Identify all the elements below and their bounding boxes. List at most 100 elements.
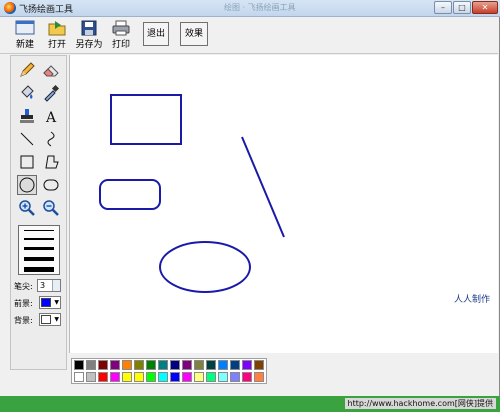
- palette-color-swatch[interactable]: [170, 360, 180, 370]
- save-as-button-label: 另存为: [75, 40, 103, 50]
- fill-bucket-tool[interactable]: [17, 83, 37, 103]
- foreground-color-picker[interactable]: ▼: [39, 296, 61, 309]
- line-weight-2[interactable]: [24, 238, 54, 240]
- new-button-label: 新建: [15, 40, 34, 50]
- palette-color-swatch[interactable]: [182, 360, 192, 370]
- window-title: 飞扬绘画工具: [19, 5, 74, 15]
- text-tool-glyph: A: [45, 110, 57, 125]
- palette-color-swatch[interactable]: [98, 372, 108, 382]
- palette-color-swatch[interactable]: [158, 360, 168, 370]
- palette-color-swatch[interactable]: [110, 360, 120, 370]
- palette-color-swatch[interactable]: [122, 360, 132, 370]
- pencil-icon: [20, 62, 35, 77]
- palette-color-swatch[interactable]: [230, 360, 240, 370]
- open-folder-icon: [48, 21, 66, 36]
- line-weight-4[interactable]: [24, 257, 54, 261]
- new-button[interactable]: 新建: [12, 20, 38, 52]
- palette-color-swatch[interactable]: [158, 372, 168, 382]
- line-weight-selector[interactable]: [18, 225, 60, 275]
- drawn-rounded-rectangle[interactable]: [99, 179, 161, 210]
- palette-color-swatch[interactable]: [74, 372, 84, 382]
- eraser-icon: [43, 65, 59, 77]
- palette-color-swatch[interactable]: [86, 372, 96, 382]
- palette-color-swatch[interactable]: [98, 360, 108, 370]
- pen-size-label: 笔尖:: [14, 282, 33, 291]
- fill-bucket-icon: [21, 85, 34, 99]
- rounded-rect-tool[interactable]: [41, 175, 61, 195]
- minimize-button[interactable]: –: [434, 1, 452, 14]
- effect-button[interactable]: 效果: [180, 22, 208, 46]
- dropdown-arrow-icon: ▼: [54, 299, 59, 306]
- palette-color-swatch[interactable]: [122, 372, 132, 382]
- exit-button[interactable]: 退出: [143, 22, 169, 46]
- drawn-ellipse[interactable]: [159, 241, 251, 293]
- app-logo-icon: [4, 2, 16, 14]
- window-ghost-title: 绘图 · 飞扬绘画工具: [224, 3, 296, 12]
- maximize-button[interactable]: □: [453, 1, 471, 14]
- palette-color-swatch[interactable]: [218, 360, 228, 370]
- palette-color-swatch[interactable]: [194, 372, 204, 382]
- rectangle-tool[interactable]: [17, 152, 37, 172]
- line-weight-1[interactable]: [24, 230, 54, 231]
- eyedropper-icon: [44, 84, 60, 102]
- palette-color-swatch[interactable]: [134, 360, 144, 370]
- eyedropper-tool[interactable]: [41, 83, 61, 103]
- background-color-picker[interactable]: ▼: [39, 313, 61, 326]
- background-swatch: [41, 315, 51, 324]
- printer-icon: [112, 20, 130, 36]
- palette-color-swatch[interactable]: [254, 360, 264, 370]
- background-label: 背景:: [14, 316, 33, 325]
- palette-color-swatch[interactable]: [146, 360, 156, 370]
- zoom-out-tool[interactable]: [41, 198, 61, 218]
- rectangle-icon: [20, 155, 34, 169]
- palette-color-swatch[interactable]: [230, 372, 240, 382]
- open-button[interactable]: 打开: [44, 20, 70, 52]
- palette-color-swatch[interactable]: [218, 372, 228, 382]
- line-icon: [20, 132, 34, 146]
- pen-size-spinner[interactable]: 3: [37, 279, 61, 292]
- save-as-button[interactable]: 另存为: [74, 20, 104, 52]
- floppy-disk-icon: [81, 20, 97, 36]
- dropdown-arrow-icon: ▼: [54, 316, 59, 323]
- palette-color-swatch[interactable]: [254, 372, 264, 382]
- foreground-swatch: [41, 298, 51, 307]
- drawn-line[interactable]: [241, 136, 285, 238]
- stamp-icon: [20, 109, 34, 123]
- palette-color-swatch[interactable]: [206, 360, 216, 370]
- drawing-canvas[interactable]: 人人制作: [69, 55, 498, 353]
- curve-tool[interactable]: [41, 129, 61, 149]
- palette-color-swatch[interactable]: [134, 372, 144, 382]
- eraser-tool[interactable]: [41, 60, 61, 80]
- pencil-tool[interactable]: [17, 60, 37, 80]
- palette-color-swatch[interactable]: [86, 360, 96, 370]
- line-tool[interactable]: [17, 129, 37, 149]
- text-tool[interactable]: A: [41, 106, 61, 126]
- palette-color-swatch[interactable]: [242, 372, 252, 382]
- palette-color-swatch[interactable]: [170, 372, 180, 382]
- palette-color-swatch[interactable]: [242, 360, 252, 370]
- credit-text: 人人制作: [453, 295, 490, 305]
- close-button[interactable]: ✕: [472, 1, 498, 14]
- zoom-in-tool[interactable]: [17, 198, 37, 218]
- line-weight-5[interactable]: [24, 267, 54, 272]
- spinner-arrows-icon[interactable]: [52, 280, 60, 291]
- polygon-tool[interactable]: [41, 152, 61, 172]
- print-button[interactable]: 打印: [108, 20, 134, 52]
- line-weight-3[interactable]: [24, 247, 54, 250]
- palette-color-swatch[interactable]: [110, 372, 120, 382]
- palette-color-swatch[interactable]: [74, 360, 84, 370]
- palette-color-swatch[interactable]: [182, 372, 192, 382]
- status-bar: http://www.hackhome.com[网侠]提供: [0, 396, 500, 412]
- title-bar[interactable]: 飞扬绘画工具 绘图 · 飞扬绘画工具 – □ ✕: [0, 0, 500, 17]
- stamp-tool[interactable]: [17, 106, 37, 126]
- window-controls: – □ ✕: [434, 1, 498, 14]
- new-document-icon: [15, 20, 35, 35]
- color-palette: [71, 358, 267, 384]
- drawn-rectangle[interactable]: [110, 94, 182, 145]
- zoom-in-icon: [19, 200, 35, 216]
- canvas-drawing-layer: [99, 94, 285, 293]
- palette-color-swatch[interactable]: [194, 360, 204, 370]
- ellipse-tool[interactable]: [17, 175, 37, 195]
- palette-color-swatch[interactable]: [146, 372, 156, 382]
- palette-color-swatch[interactable]: [206, 372, 216, 382]
